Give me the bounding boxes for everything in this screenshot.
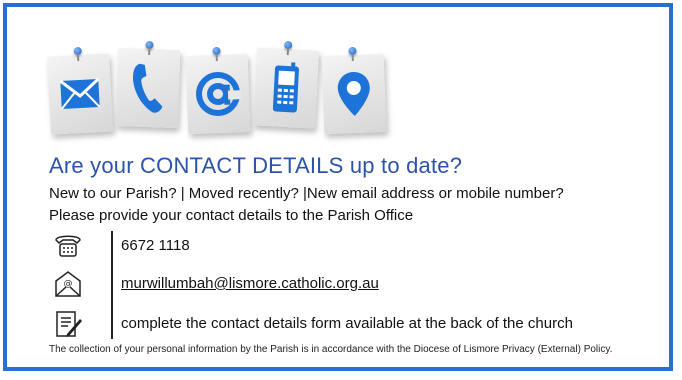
location-pin-icon [337, 72, 370, 116]
email-at-icon: @ [55, 271, 81, 297]
contact-details-notice: Are your CONTACT DETAILS up to date? New… [3, 3, 673, 371]
telephone-icon [55, 235, 81, 257]
instruction-text: Please provide your contact details to t… [49, 207, 414, 224]
mobile-phone-icon [272, 62, 299, 113]
email-link[interactable]: murwillumbah@lismore.catholic.org.au [121, 275, 379, 292]
note-card [321, 46, 387, 135]
pushpin-icon [284, 40, 293, 50]
form-edit-icon [56, 311, 82, 337]
page-title: Are your CONTACT DETAILS up to date? [49, 153, 463, 178]
note-card [115, 40, 181, 129]
contact-methods: 6672 1118 @ murwillumbah@lismore.catholi… [47, 229, 667, 341]
pushpin-icon [212, 46, 221, 56]
pushpin-icon [145, 40, 154, 50]
form-instruction: complete the contact details form availa… [121, 315, 573, 332]
pushpin-icon [348, 46, 357, 56]
email-row: @ murwillumbah@lismore.catholic.org.au [47, 269, 667, 299]
pushpin-icon [73, 46, 82, 56]
pinned-notes-banner [47, 35, 427, 145]
phone-number: 6672 1118 [121, 237, 190, 254]
at-sign-icon [196, 72, 242, 116]
note-card [47, 46, 113, 135]
envelope-icon [59, 77, 101, 110]
phone-handset-icon [133, 63, 163, 113]
note-card [253, 40, 319, 129]
subline: New to our Parish? | Moved recently? |Ne… [49, 185, 564, 202]
phone-row: 6672 1118 [47, 231, 667, 261]
svg-text:@: @ [64, 279, 73, 289]
note-card [185, 46, 251, 135]
form-row: complete the contact details form availa… [47, 309, 667, 339]
privacy-notice: The collection of your personal informat… [49, 344, 613, 355]
